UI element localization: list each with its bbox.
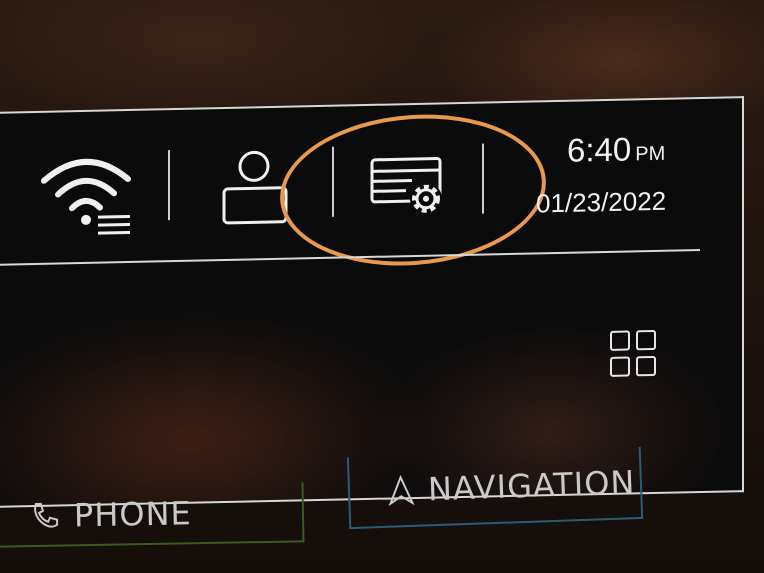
time-value: 6:40 (567, 130, 632, 169)
user-profile-icon (222, 150, 288, 225)
status-divider (168, 150, 170, 221)
app-grid-icon[interactable] (610, 329, 658, 377)
phone-label: PHONE (73, 494, 193, 535)
infotainment-screen: 6:40 PM 01/23/2022 (0, 96, 744, 508)
phone-button[interactable]: PHONE (0, 482, 305, 548)
clock: 6:40 PM (567, 130, 665, 170)
app-grid-cell (610, 356, 630, 377)
app-grid-cell (610, 330, 630, 351)
profile-button[interactable] (220, 148, 290, 229)
navigation-label: NAVIGATION (427, 463, 636, 509)
wifi-icon (41, 158, 131, 235)
navigation-button[interactable]: NAVIGATION (346, 446, 644, 530)
app-grid-cell (636, 329, 656, 351)
navigation-arrow-icon (388, 474, 415, 506)
time-suffix: PM (635, 142, 666, 166)
app-grid-cell (636, 355, 656, 377)
wifi-button[interactable] (38, 149, 138, 241)
phone-icon (30, 501, 61, 532)
settings-highlight-ring (276, 105, 550, 275)
status-bar: 6:40 PM 01/23/2022 (0, 98, 742, 275)
date: 01/23/2022 (536, 185, 667, 219)
